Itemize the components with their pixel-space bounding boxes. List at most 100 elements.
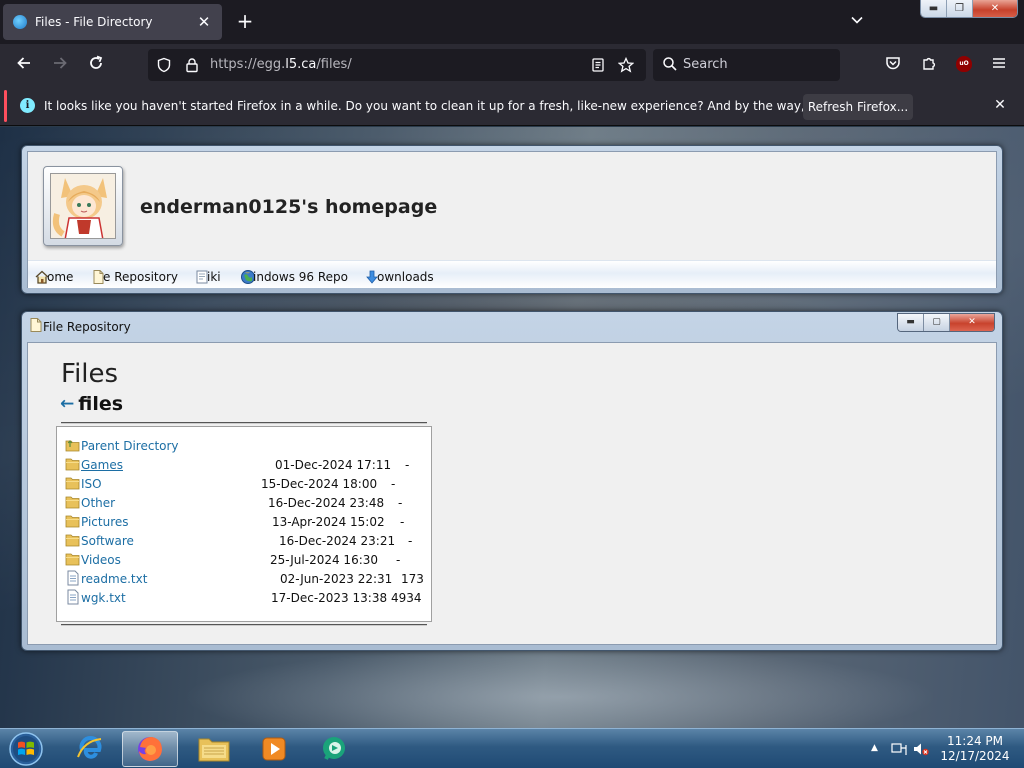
file-size: - [398,496,403,510]
table-row[interactable]: Other 16-Dec-2024 23:48 - [65,494,425,512]
reload-icon[interactable] [85,54,107,76]
file-link[interactable]: ISO [81,477,102,491]
avatar-image [50,173,116,239]
table-row[interactable]: readme.txt 02-Jun-2023 22:31 173 [65,570,425,588]
volume-muted-icon[interactable] [912,741,930,757]
file-repository-title-icon [30,318,42,332]
pocket-icon[interactable] [882,54,904,76]
table-row[interactable]: ISO 15-Dec-2024 18:00 - [65,475,425,493]
notification-message: It looks like you haven't started Firefo… [44,99,900,113]
folder-icon [65,477,80,490]
action-center-flag-icon[interactable] [890,741,908,757]
background-glow [180,647,940,728]
media-player-taskbar-button[interactable] [246,731,302,767]
maximize-button[interactable]: ❐ [947,0,973,17]
new-tab-button[interactable]: + [234,10,256,32]
refresh-firefox-button[interactable]: Refresh Firefox... [803,94,913,120]
list-all-tabs-chevron-icon[interactable] [848,13,866,31]
nav-item-label: e Repository [103,270,179,284]
clock[interactable]: 11:24 PM 12/17/2024 [932,734,1018,764]
repo-minimize-button[interactable]: ▬ [898,314,924,331]
taskbar: ▲ 11:24 PM 12/17/2024 [0,728,1024,768]
window-title: File Repository [43,320,131,334]
table-row[interactable]: Games 01-Dec-2024 17:11 - [65,456,425,474]
file-size: - [400,515,405,529]
nav-item-home[interactable]: ome [34,269,73,285]
file-date: 01-Dec-2024 17:11 [275,458,392,472]
nav-item-label: iki [207,270,221,284]
folder-up-icon [65,440,80,452]
file-link[interactable]: readme.txt [81,572,147,586]
browser-tab-bar: Files - File Directory ✕ + ▬ ❐ ✕ [0,0,1024,44]
notification-close-icon[interactable]: ✕ [992,97,1008,113]
url-path: /files/ [316,57,352,72]
file-size: - [391,477,396,491]
tab-close-icon[interactable]: ✕ [196,13,212,31]
nav-item-downloads[interactable]: ownloads [364,269,434,285]
nav-item-label: ome [47,270,74,284]
search-input[interactable]: Search [653,49,840,81]
table-row[interactable]: Pictures 13-Apr-2024 15:02 - [65,513,425,531]
table-row[interactable]: Videos 25-Jul-2024 16:30 - [65,551,425,569]
repo-maximize-button[interactable]: ▢ [924,314,950,331]
forward-arrow-icon[interactable] [49,54,71,76]
file-link[interactable]: Other [81,496,115,510]
nav-item-windows-96-repo[interactable]: indows 96 Repo [240,269,348,285]
file-repository-window: File Repository ▬ ▢ ✕ Files ← files Pare… [21,311,1003,651]
file-size: 4934 [391,591,422,605]
file-link[interactable]: Games [81,458,123,472]
firefox-taskbar-button[interactable] [122,731,178,767]
browser-tab[interactable]: Files - File Directory ✕ [3,4,222,40]
list-item-parent-directory[interactable]: Parent Directory [65,437,425,455]
internet-explorer-taskbar-button[interactable] [62,731,118,767]
media-player-icon [262,737,286,761]
file-link[interactable]: Software [81,534,134,548]
file-link[interactable]: wgk.txt [81,591,126,605]
system-tray: ▲ 11:24 PM 12/17/2024 [866,729,1024,768]
folder-icon [198,738,230,762]
lock-icon[interactable] [184,57,200,73]
file-date: 16-Dec-2024 23:48 [268,496,385,510]
close-window-button[interactable]: ✕ [973,0,1017,17]
divider [61,624,427,626]
breadcrumb: ← files [60,393,123,415]
file-date: 16-Dec-2024 23:21 [279,534,396,548]
back-arrow-icon[interactable] [13,54,35,76]
parent-directory-link[interactable]: Parent Directory [81,439,179,453]
start-button[interactable] [6,730,46,768]
nav-item-wiki[interactable]: iki [194,269,221,285]
internet-explorer-icon [77,736,102,759]
nav-item-file-repository[interactable]: e Repository [90,269,178,285]
url-bar[interactable]: https://egg.l5.ca/files/ [148,49,646,81]
minimize-button[interactable]: ▬ [921,0,947,17]
table-row[interactable]: Software 16-Dec-2024 23:21 - [65,532,425,550]
nav-item-label: ownloads [377,270,434,284]
site-favicon-icon [13,15,27,29]
file-link[interactable]: Videos [81,553,121,567]
show-hidden-icons-icon[interactable]: ▲ [871,743,878,753]
hamburger-menu-icon[interactable] [988,54,1010,76]
back-arrow-link[interactable]: ← [60,394,74,414]
repo-close-button[interactable]: ✕ [950,314,994,331]
file-link[interactable]: Pictures [81,515,129,529]
tracking-shield-icon[interactable] [156,57,172,73]
text-file-icon [67,570,79,586]
ublock-origin-icon[interactable]: uO [956,56,972,72]
file-explorer-taskbar-button[interactable] [186,731,242,767]
url-domain: l5.ca [285,57,317,72]
extensions-puzzle-icon[interactable] [918,54,940,76]
clock-date: 12/17/2024 [940,749,1010,763]
url-prefix: https://egg. [210,57,286,72]
repo-window-caption-buttons: ▬ ▢ ✕ [897,313,995,332]
folder-icon [65,553,80,566]
clock-time: 11:24 PM [947,734,1003,748]
reader-view-icon[interactable] [590,57,606,73]
notification-accent [4,90,7,122]
app-taskbar-button[interactable] [306,731,362,767]
bookmark-star-icon[interactable] [617,56,635,73]
file-date: 02-Jun-2023 22:31 [280,572,393,586]
site-title: enderman0125's homepage [140,196,438,218]
url-text[interactable]: https://egg.l5.ca/files/ [210,57,352,72]
window-caption-buttons: ▬ ❐ ✕ [920,0,1018,18]
table-row[interactable]: wgk.txt 17-Dec-2023 13:38 4934 [65,589,425,607]
